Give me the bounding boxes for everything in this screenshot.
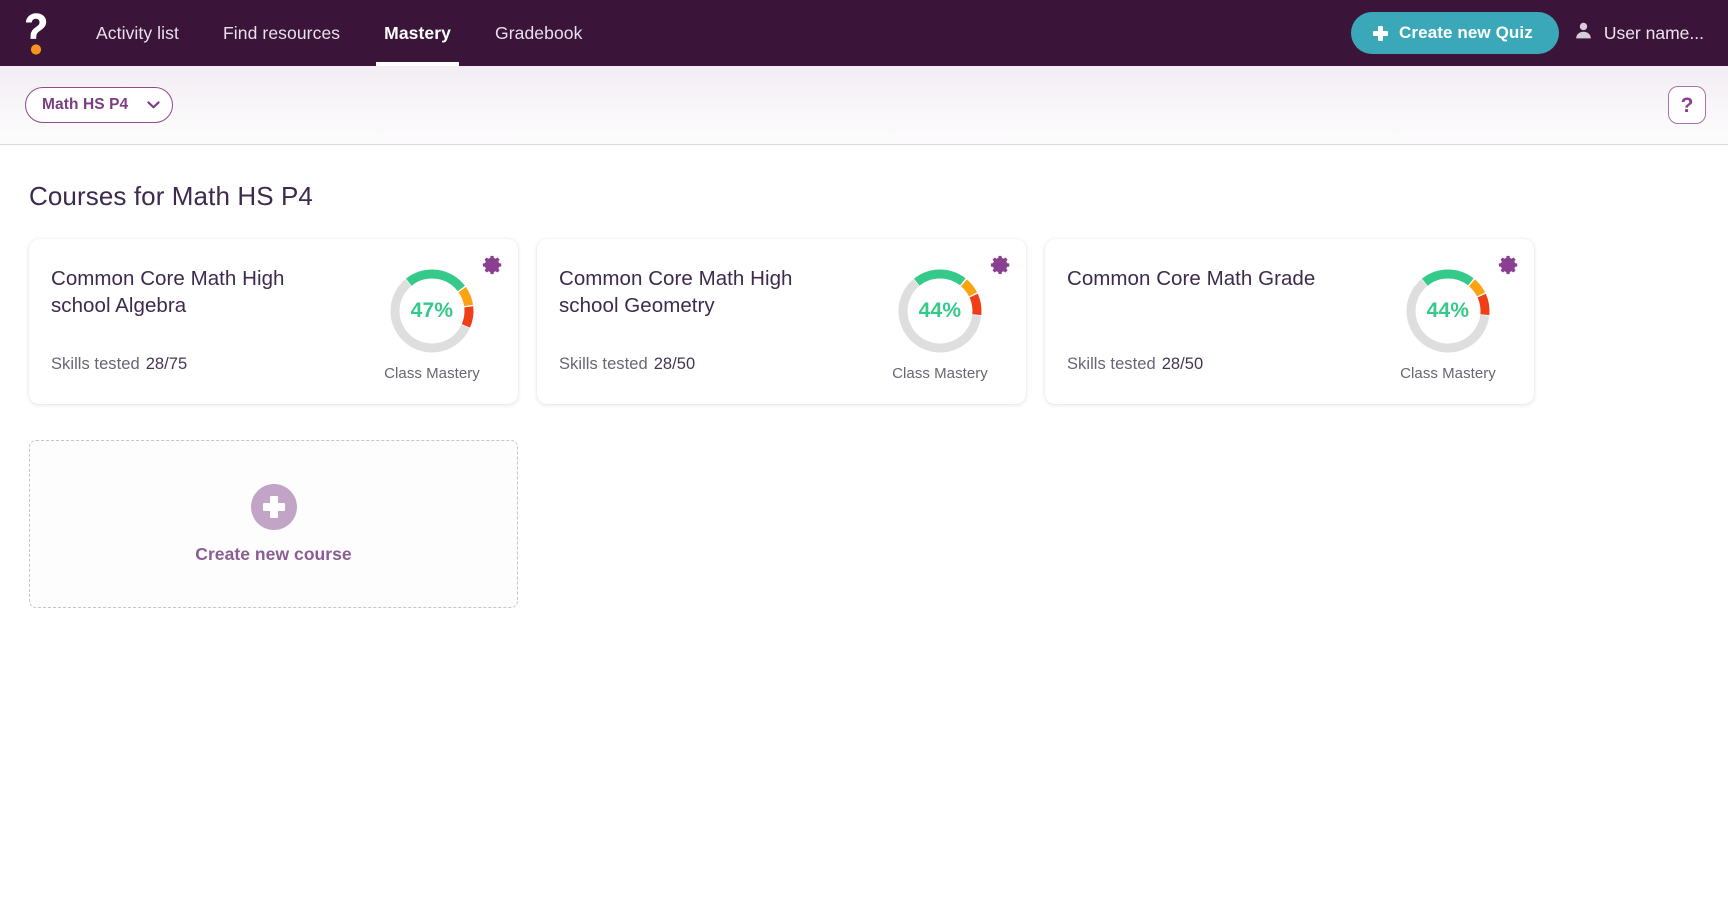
- course-card[interactable]: Common Core Math High school Geometry Sk…: [537, 239, 1026, 404]
- nav-item-find-resources[interactable]: Find resources: [201, 0, 362, 66]
- main-nav: Activity list Find resources Mastery Gra…: [74, 0, 605, 66]
- class-mastery-percent: 47%: [410, 299, 454, 322]
- gear-icon[interactable]: [990, 254, 1012, 276]
- create-new-quiz-label: Create new Quiz: [1399, 23, 1533, 42]
- class-mastery-donut-chart: 47%: [388, 267, 476, 355]
- class-mastery-donut-chart: 44%: [896, 267, 984, 355]
- class-mastery-widget: 47% Class Mastery: [370, 265, 494, 404]
- course-card-grid: Common Core Math High school Algebra Ski…: [29, 239, 1564, 608]
- skills-tested-value: 28/50: [653, 355, 696, 373]
- gear-icon[interactable]: [482, 254, 504, 276]
- page-title: Courses for Math HS P4: [29, 181, 313, 211]
- skills-tested-label: Skills tested: [51, 355, 140, 373]
- skills-tested-row: Skills tested 28/75: [51, 355, 360, 374]
- user-name-label: User name...: [1603, 22, 1704, 43]
- class-mastery-widget: 44% Class Mastery: [1386, 265, 1510, 404]
- skills-tested-value: 28/75: [145, 355, 188, 373]
- course-card-info: Common Core Math High school Geometry Sk…: [559, 265, 878, 404]
- course-name: Common Core Math High school Algebra: [51, 267, 285, 318]
- main-content: Courses for Math HS P4 Common Core Math …: [0, 145, 1728, 920]
- course-card-info: Common Core Math High school Algebra Ski…: [51, 265, 370, 404]
- question-mark-logo-icon[interactable]: [14, 9, 58, 57]
- class-mastery-widget: 44% Class Mastery: [878, 265, 1002, 404]
- class-mastery-caption: Class Mastery: [384, 365, 480, 382]
- nav-item-activity-list[interactable]: Activity list: [74, 0, 201, 66]
- nav-item-label: Activity list: [96, 22, 179, 43]
- plus-icon: [1373, 25, 1389, 41]
- class-mastery-caption: Class Mastery: [1400, 365, 1496, 382]
- plus-icon: [262, 495, 285, 518]
- course-card-info: Common Core Math Grade Skills tested 28/5…: [1067, 265, 1386, 404]
- help-button[interactable]: ?: [1668, 86, 1706, 124]
- class-mastery-percent: 44%: [1426, 299, 1470, 322]
- class-selector-dropdown[interactable]: Math HS P4: [25, 87, 173, 123]
- filter-bar: Math HS P4 ?: [0, 66, 1728, 145]
- chevron-down-icon: [147, 101, 160, 109]
- class-selector-value: Math HS P4: [42, 96, 129, 113]
- skills-tested-value: 28/50: [1161, 355, 1204, 373]
- class-mastery-percent: 44%: [918, 299, 962, 322]
- top-bar-right-group: Create new Quiz User name...: [1351, 12, 1706, 54]
- class-mastery-donut-chart: 44%: [1404, 267, 1492, 355]
- skills-tested-row: Skills tested 28/50: [1067, 355, 1376, 374]
- skills-tested-row: Skills tested 28/50: [559, 355, 868, 374]
- course-name: Common Core Math Grade: [1067, 267, 1316, 290]
- course-card[interactable]: Common Core Math Grade Skills tested 28/5…: [1045, 239, 1534, 404]
- nav-item-mastery[interactable]: Mastery: [362, 0, 473, 66]
- nav-item-label: Mastery: [384, 22, 451, 43]
- user-avatar-icon: [1573, 20, 1594, 46]
- user-menu[interactable]: User name...: [1573, 20, 1706, 46]
- plus-circle-icon: [250, 483, 297, 530]
- create-new-course-card[interactable]: Create new course: [29, 440, 518, 608]
- skills-tested-label: Skills tested: [559, 355, 648, 373]
- skills-tested-label: Skills tested: [1067, 355, 1156, 373]
- create-new-quiz-button[interactable]: Create new Quiz: [1351, 12, 1559, 54]
- question-mark-icon: ?: [1680, 93, 1694, 117]
- gear-icon[interactable]: [1498, 254, 1520, 276]
- nav-item-label: Find resources: [222, 22, 341, 43]
- course-card[interactable]: Common Core Math High school Algebra Ski…: [29, 239, 518, 404]
- nav-item-gradebook[interactable]: Gradebook: [473, 0, 605, 66]
- course-name: Common Core Math High school Geometry: [559, 267, 793, 318]
- class-mastery-caption: Class Mastery: [892, 365, 988, 382]
- nav-item-label: Gradebook: [495, 22, 583, 43]
- top-navigation-bar: Activity list Find resources Mastery Gra…: [0, 0, 1728, 66]
- create-new-course-label: Create new course: [195, 543, 352, 564]
